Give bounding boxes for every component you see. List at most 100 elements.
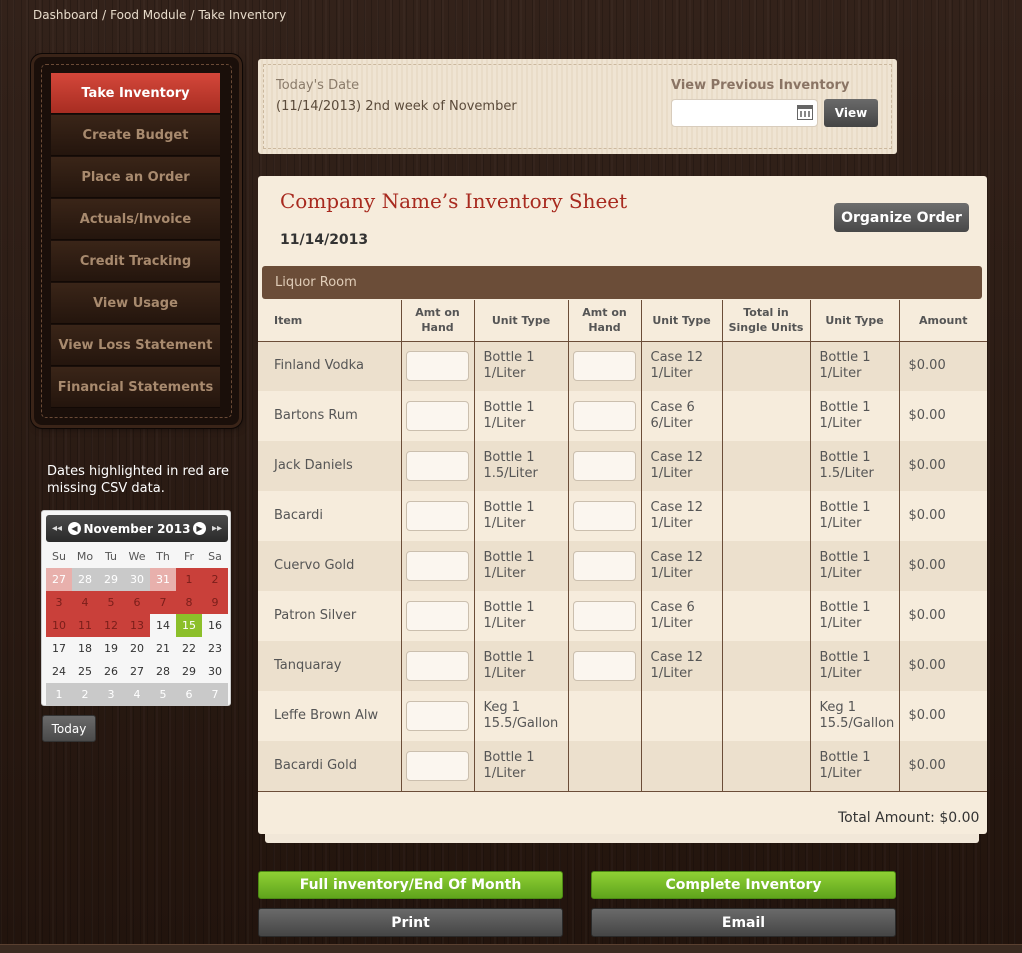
calendar-day[interactable]: 22 — [176, 637, 202, 660]
prev-month-icon[interactable]: ◀ — [68, 522, 81, 535]
calendar-day[interactable]: 2 — [72, 683, 98, 706]
amt-on-hand-1-input[interactable] — [405, 451, 469, 481]
table-body: Finland Vodka Bottle 1 1/Liter Case 12 1/L… — [258, 341, 987, 792]
prev-year-button[interactable]: ◂◂ — [46, 523, 68, 534]
amt-on-hand-1-input[interactable] — [405, 501, 469, 531]
calendar-day[interactable]: 20 — [124, 637, 150, 660]
breadcrumb-dashboard[interactable]: Dashboard — [33, 8, 98, 22]
calendar-day[interactable]: 2 — [202, 568, 228, 591]
amt-on-hand-2-input[interactable] — [572, 351, 636, 382]
sidebar-item-view-loss-statement[interactable]: View Loss Statement — [51, 325, 220, 366]
calendar-day[interactable]: 4 — [72, 591, 98, 614]
calendar-day[interactable]: 14 — [150, 614, 176, 637]
calendar-day[interactable]: 13 — [124, 614, 150, 637]
amt-on-hand-2-cell — [567, 591, 641, 641]
amt-on-hand-2-input[interactable] — [572, 651, 636, 681]
calendar-day[interactable]: 28 — [150, 660, 176, 683]
unit-type-2: Case 6 6/Liter — [640, 391, 722, 441]
sidebar-item-actuals-invoice[interactable]: Actuals/Invoice — [51, 199, 220, 240]
amt-on-hand-1-input[interactable] — [405, 401, 469, 431]
amt-on-hand-1-input[interactable] — [405, 750, 469, 781]
calendar-day[interactable]: 5 — [150, 683, 176, 706]
calendar-day[interactable]: 3 — [46, 591, 72, 614]
calendar-day[interactable]: 30 — [202, 660, 228, 683]
sidebar-item-financial-statements[interactable]: Financial Statements — [51, 367, 220, 408]
calendar-day[interactable]: 15 — [176, 614, 202, 637]
weekday-label: Mo — [76, 550, 94, 563]
next-year-button[interactable]: ▸▸ — [206, 523, 228, 534]
full-inventory-button[interactable]: Full inventory/End Of Month — [258, 871, 563, 899]
sheet-title: Company Name’s Inventory Sheet — [280, 189, 628, 213]
calendar-day[interactable]: 7 — [202, 683, 228, 706]
view-button[interactable]: View — [824, 99, 878, 127]
table-row: Bacardi Bottle 1 1/Liter Case 12 1/Liter Bo… — [258, 491, 987, 541]
table-row: Leffe Brown Alw Keg 1 15.5/Gallon Keg 1 15… — [258, 691, 987, 741]
calendar-day[interactable]: 12 — [98, 614, 124, 637]
calendar-day[interactable]: 4 — [124, 683, 150, 706]
amt-on-hand-2-input[interactable] — [572, 451, 636, 481]
calendar-day[interactable]: 7 — [150, 591, 176, 614]
table-row: Bartons Rum Bottle 1 1/Liter Case 6 6/Lite… — [258, 391, 987, 441]
calendar-day[interactable]: 31 — [150, 568, 176, 591]
unit-type-3: Bottle 1 1.5/Liter — [809, 441, 899, 491]
amt-on-hand-2-input[interactable] — [572, 601, 636, 631]
weekday-label: Su — [52, 550, 66, 563]
amt-on-hand-1-input[interactable] — [405, 701, 469, 731]
calendar-day[interactable]: 5 — [98, 591, 124, 614]
calendar-day[interactable]: 10 — [46, 614, 72, 637]
calendar-day[interactable]: 28 — [72, 568, 98, 591]
complete-inventory-button[interactable]: Complete Inventory — [591, 871, 896, 899]
breadcrumb-food-module[interactable]: Food Module — [110, 8, 186, 22]
calendar-day[interactable]: 17 — [46, 637, 72, 660]
calendar-day[interactable]: 27 — [46, 568, 72, 591]
calendar-day[interactable]: 23 — [202, 637, 228, 660]
calendar-day[interactable]: 11 — [72, 614, 98, 637]
calendar-day[interactable]: 1 — [46, 683, 72, 706]
organize-order-button[interactable]: Organize Order — [834, 203, 969, 232]
amt-on-hand-1-input[interactable] — [405, 601, 469, 631]
amt-on-hand-2-input[interactable] — [572, 551, 636, 581]
calendar-day[interactable]: 24 — [46, 660, 72, 683]
calendar-day[interactable]: 19 — [98, 637, 124, 660]
column-header: Amt on Hand — [400, 300, 474, 342]
unit-type-1: Bottle 1 1/Liter — [473, 741, 568, 792]
table-row: Patron Silver Bottle 1 1/Liter Case 6 1/Li… — [258, 591, 987, 641]
calendar-day[interactable]: 29 — [98, 568, 124, 591]
sidebar-item-create-budget[interactable]: Create Budget — [51, 115, 220, 156]
calendar-day[interactable]: 9 — [202, 591, 228, 614]
unit-type-1: Bottle 1 1/Liter — [473, 541, 568, 591]
calendar-day[interactable]: 26 — [98, 660, 124, 683]
sidebar-item-place-an-order[interactable]: Place an Order — [51, 157, 220, 198]
amt-on-hand-1-input[interactable] — [405, 551, 469, 581]
calendar-day[interactable]: 27 — [124, 660, 150, 683]
calendar-day[interactable]: 29 — [176, 660, 202, 683]
calendar-day[interactable]: 21 — [150, 637, 176, 660]
table-row: Finland Vodka Bottle 1 1/Liter Case 12 1/L… — [258, 341, 987, 391]
calendar-day[interactable]: 8 — [176, 591, 202, 614]
column-header: Amount — [898, 300, 987, 342]
calendar-day[interactable]: 18 — [72, 637, 98, 660]
view-previous-date-input[interactable] — [671, 99, 818, 127]
calendar-icon[interactable] — [797, 105, 813, 120]
calendar-day[interactable]: 30 — [124, 568, 150, 591]
amt-on-hand-1-input[interactable] — [405, 351, 469, 382]
unit-type-2: Case 12 1/Liter — [640, 541, 722, 591]
calendar-day[interactable]: 16 — [202, 614, 228, 637]
email-button[interactable]: Email — [591, 908, 896, 937]
calendar-day[interactable]: 1 — [176, 568, 202, 591]
sidebar-item-credit-tracking[interactable]: Credit Tracking — [51, 241, 220, 282]
sidebar-item-view-usage[interactable]: View Usage — [51, 283, 220, 324]
calendar-day[interactable]: 25 — [72, 660, 98, 683]
calendar-grid: Su Mo Tu We Th Fr Sa 27 28 29 30 31 1 2 3 4 5 6 7 8 9 10 11 12… — [46, 546, 228, 706]
calendar-day[interactable]: 6 — [124, 591, 150, 614]
today-button[interactable]: Today — [42, 715, 96, 742]
print-button[interactable]: Print — [258, 908, 563, 937]
amt-on-hand-2-input[interactable] — [572, 501, 636, 531]
next-month-icon[interactable]: ▶ — [193, 522, 206, 535]
sidebar-item-take-inventory[interactable]: Take Inventory — [51, 73, 220, 114]
column-header: Total in Single Units — [721, 300, 810, 342]
calendar-day[interactable]: 6 — [176, 683, 202, 706]
amt-on-hand-2-input[interactable] — [572, 401, 636, 431]
amt-on-hand-1-input[interactable] — [405, 651, 469, 681]
calendar-day[interactable]: 3 — [98, 683, 124, 706]
